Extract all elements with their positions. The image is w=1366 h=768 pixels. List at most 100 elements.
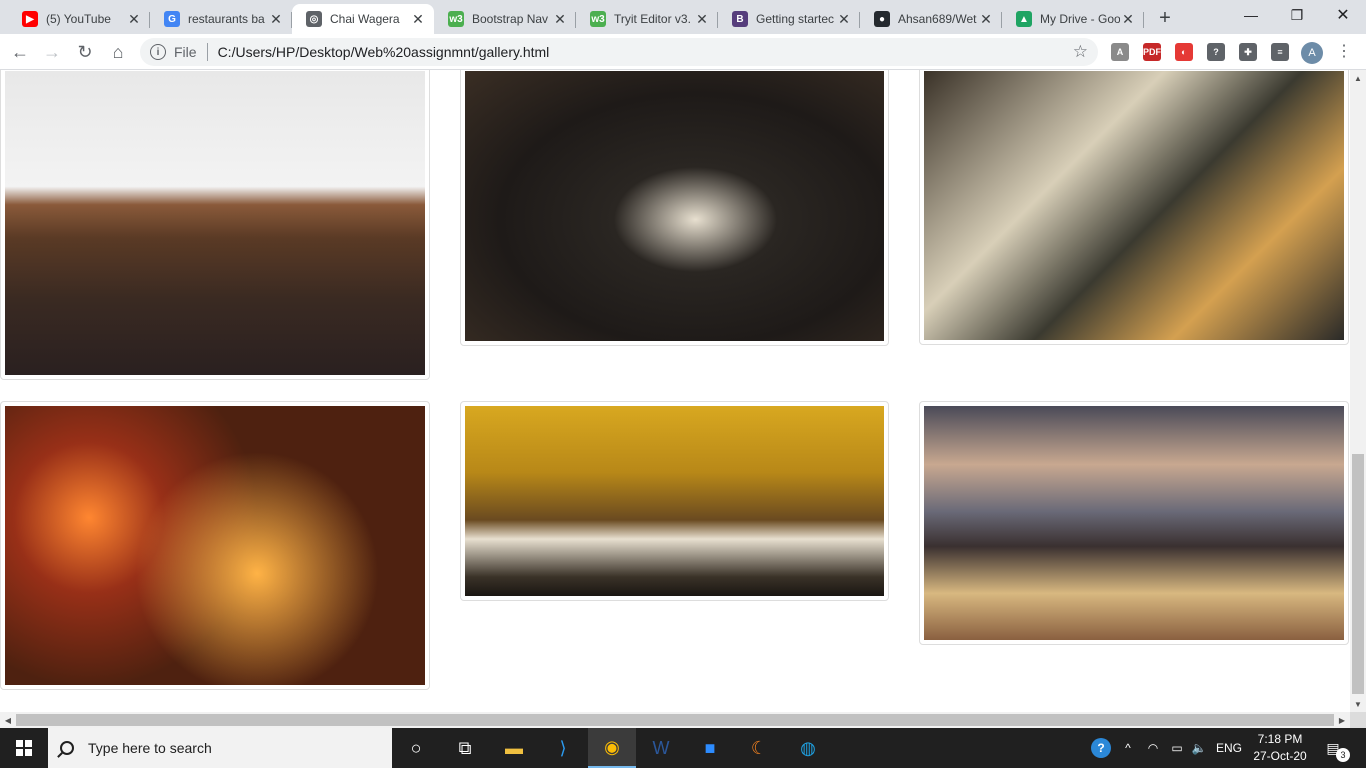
- tab-title: restaurants ba: [188, 12, 265, 26]
- gallery-thumbnail[interactable]: [460, 401, 889, 601]
- eclipse-icon[interactable]: ☾: [735, 728, 783, 768]
- close-tab-icon[interactable]: ✕: [836, 11, 852, 27]
- gallery-image: [5, 406, 425, 685]
- gallery-image: [465, 406, 884, 596]
- gallery-thumbnail[interactable]: [0, 401, 430, 690]
- close-tab-icon[interactable]: ✕: [410, 11, 426, 27]
- language-indicator[interactable]: ENG: [1212, 728, 1246, 768]
- browser-tab[interactable]: w3 Tryit Editor v3. ✕: [576, 4, 718, 34]
- clock-date: 27-Oct-20: [1253, 749, 1307, 763]
- google-icon: G: [164, 11, 180, 27]
- search-icon: [60, 741, 74, 755]
- edge-icon[interactable]: ◍: [784, 728, 832, 768]
- youtube-icon: ▶: [22, 11, 38, 27]
- tab-title: My Drive - Goo: [1040, 12, 1120, 26]
- scrollbar-corner: [1350, 712, 1366, 728]
- cortana-icon[interactable]: ○: [392, 728, 440, 768]
- back-button[interactable]: ←: [6, 38, 34, 66]
- gallery-image: [924, 406, 1344, 640]
- gallery-thumbnail[interactable]: [919, 70, 1349, 345]
- browser-menu-icon[interactable]: ⋮: [1336, 41, 1352, 61]
- close-tab-icon[interactable]: ✕: [1120, 11, 1136, 27]
- minimize-button[interactable]: —: [1228, 0, 1274, 30]
- acrobat-icon[interactable]: A: [1111, 43, 1129, 61]
- file-explorer-icon[interactable]: ▬: [490, 728, 538, 768]
- clock-time: 7:18 PM: [1257, 732, 1303, 746]
- browser-tab[interactable]: w3 Bootstrap Nav ✕: [434, 4, 576, 34]
- gallery-thumbnail[interactable]: [0, 70, 430, 380]
- forward-button[interactable]: →: [38, 38, 66, 66]
- vscode-icon[interactable]: ⟩: [539, 728, 587, 768]
- pdf-icon[interactable]: PDF: [1143, 43, 1161, 61]
- gallery-image: [465, 71, 884, 341]
- battery-icon[interactable]: ▭: [1166, 728, 1188, 768]
- pokeball-icon[interactable]: ◐: [1175, 43, 1193, 61]
- bookmark-star-icon[interactable]: ☆: [1073, 42, 1088, 62]
- tab-separator: [1143, 12, 1144, 28]
- puzzle-icon[interactable]: ✚: [1239, 43, 1257, 61]
- volume-icon[interactable]: 🔈: [1188, 728, 1210, 768]
- chrome-icon[interactable]: ◉: [588, 728, 636, 768]
- action-center-icon[interactable]: ▤ 3: [1322, 737, 1350, 762]
- close-tab-icon[interactable]: ✕: [978, 11, 994, 27]
- restore-button[interactable]: ❐: [1274, 0, 1320, 30]
- close-window-button[interactable]: ✕: [1320, 0, 1366, 30]
- gallery-image: [924, 71, 1344, 340]
- reload-button[interactable]: ↻: [71, 38, 99, 66]
- gallery-page: [0, 70, 1350, 712]
- browser-tab[interactable]: ◎ Chai Wagera ✕: [292, 4, 434, 34]
- taskbar-clock[interactable]: 7:18 PM 27-Oct-20: [1248, 731, 1312, 765]
- scheme-label: File: [174, 44, 197, 60]
- close-tab-icon[interactable]: ✕: [694, 11, 710, 27]
- scroll-up-icon[interactable]: ▲: [1350, 70, 1366, 86]
- task-view-icon[interactable]: ⧉: [441, 728, 489, 768]
- address-divider: [206, 43, 208, 61]
- browser-tab[interactable]: ▲ My Drive - Goo ✕: [1002, 4, 1144, 34]
- close-tab-icon[interactable]: ✕: [552, 11, 568, 27]
- network-icon[interactable]: ◠: [1142, 728, 1164, 768]
- windows-taskbar: Type here to search ○ ⧉ ▬ ⟩ ◉ W ■ ☾ ◍ ? ^ ◠ ▭ 🔈 …: [0, 728, 1366, 768]
- gallery-thumbnail[interactable]: [919, 401, 1349, 645]
- w3schools-icon: w3: [590, 11, 606, 27]
- show-hidden-icons-icon[interactable]: ^: [1118, 728, 1138, 768]
- browser-toolbar: ← → ↻ ⌂ i File C:/Users/HP/Desktop/Web%2…: [0, 34, 1366, 70]
- browser-tab[interactable]: ▶ (5) YouTube ✕: [8, 4, 150, 34]
- home-button[interactable]: ⌂: [104, 38, 132, 66]
- url-text[interactable]: C:/Users/HP/Desktop/Web%20assignmnt/gall…: [218, 44, 550, 60]
- browser-tab[interactable]: B Getting startec ✕: [718, 4, 860, 34]
- gallery-image: [5, 71, 425, 375]
- gallery-thumbnail[interactable]: [460, 70, 889, 346]
- close-tab-icon[interactable]: ✕: [268, 11, 284, 27]
- profile-avatar[interactable]: A: [1301, 42, 1323, 64]
- help-icon[interactable]: ?: [1207, 43, 1225, 61]
- address-bar[interactable]: i File C:/Users/HP/Desktop/Web%20assignm…: [140, 38, 1098, 66]
- word-icon[interactable]: W: [637, 728, 685, 768]
- horizontal-scrollbar[interactable]: ◀ ▶: [0, 712, 1350, 728]
- start-button[interactable]: [0, 728, 48, 768]
- close-tab-icon[interactable]: ✕: [126, 11, 142, 27]
- github-icon: ●: [874, 11, 890, 27]
- vertical-scrollbar[interactable]: ▲ ▼: [1350, 70, 1366, 712]
- windows-logo-icon: [16, 740, 32, 756]
- tab-title: Getting startec: [756, 12, 835, 26]
- new-tab-button[interactable]: +: [1153, 6, 1177, 30]
- taskbar-search-box[interactable]: Type here to search: [48, 728, 392, 768]
- scroll-right-icon[interactable]: ▶: [1334, 712, 1350, 728]
- browser-tab[interactable]: Grestaurants ba ✕: [150, 4, 292, 34]
- w3schools-icon: w3: [448, 11, 464, 27]
- playlist-icon[interactable]: ≡: [1271, 43, 1289, 61]
- tab-title: Chai Wagera: [330, 12, 400, 26]
- tab-title: Tryit Editor v3.: [614, 12, 691, 26]
- help-tray-icon[interactable]: ?: [1091, 738, 1111, 758]
- vertical-scroll-thumb[interactable]: [1352, 454, 1364, 694]
- site-info-icon[interactable]: i: [150, 44, 166, 60]
- scroll-down-icon[interactable]: ▼: [1350, 696, 1366, 712]
- google-drive-icon: ▲: [1016, 11, 1032, 27]
- notification-count-badge: 3: [1336, 748, 1350, 762]
- horizontal-scroll-thumb[interactable]: [16, 714, 1334, 726]
- browser-tab-strip: ▶ (5) YouTube ✕ Grestaurants ba ✕ ◎ Chai Wager…: [0, 0, 1366, 34]
- zoom-icon[interactable]: ■: [686, 728, 734, 768]
- browser-tab[interactable]: ● Ahsan689/Wet ✕: [860, 4, 1002, 34]
- bootstrap-icon: B: [732, 11, 748, 27]
- scroll-left-icon[interactable]: ◀: [0, 712, 16, 728]
